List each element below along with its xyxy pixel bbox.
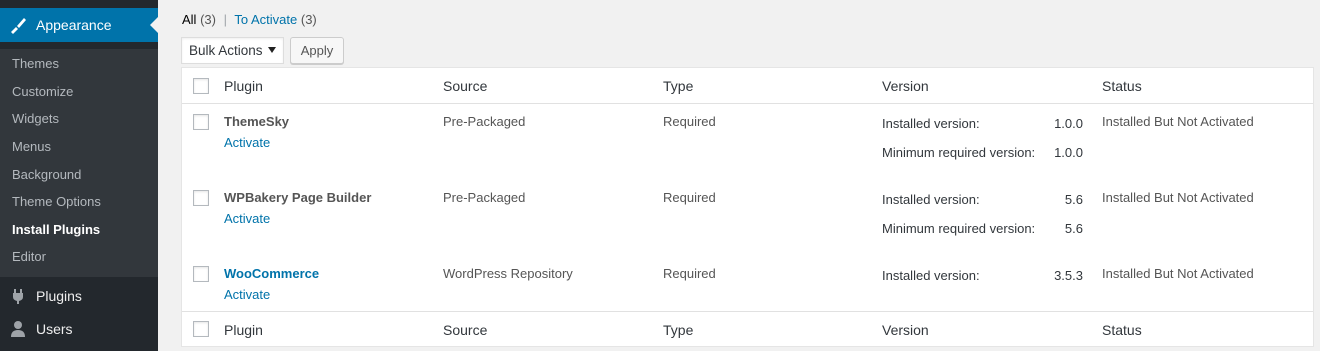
- plugin-source: Pre-Packaged: [443, 114, 526, 129]
- column-type: Type: [663, 78, 694, 94]
- column-version-footer: Version: [882, 322, 929, 338]
- min-version-label: Minimum required version:: [882, 145, 1036, 160]
- submenu-background[interactable]: Background: [12, 167, 81, 182]
- plugin-source: Pre-Packaged: [443, 190, 526, 205]
- plugin-name: WPBakery Page Builder: [224, 190, 372, 205]
- column-plugin: Plugin: [224, 78, 263, 94]
- table-header-row: Plugin Source Type Version Status: [182, 68, 1313, 104]
- plugin-status: Installed But Not Activated: [1102, 190, 1254, 205]
- installed-version-label: Installed version:: [882, 116, 980, 131]
- menu-appearance-label: Appearance: [36, 17, 112, 33]
- column-status: Status: [1102, 78, 1142, 94]
- apply-button[interactable]: Apply: [290, 37, 344, 64]
- plugin-name: ThemeSky: [224, 114, 290, 129]
- activate-link[interactable]: Activate: [224, 287, 270, 302]
- row-checkbox[interactable]: [193, 114, 209, 130]
- menu-users[interactable]: Users: [0, 315, 158, 343]
- current-menu-arrow: [150, 17, 158, 33]
- plugin-status: Installed But Not Activated: [1102, 266, 1254, 281]
- installed-version-value: 5.6: [1064, 192, 1083, 207]
- users-icon: [0, 320, 36, 338]
- select-all-checkbox[interactable]: [193, 78, 209, 94]
- filter-separator: |: [223, 12, 227, 27]
- submenu-customize[interactable]: Customize: [12, 84, 73, 99]
- installed-version-label: Installed version:: [882, 268, 980, 283]
- column-source: Source: [443, 78, 488, 94]
- plugin-type: Required: [663, 266, 716, 281]
- min-version-value: 1.0.0: [1054, 145, 1083, 160]
- submenu-editor[interactable]: Editor: [12, 249, 46, 264]
- submenu-theme-options[interactable]: Theme Options: [12, 194, 101, 209]
- installed-version-value: 1.0.0: [1054, 116, 1083, 131]
- column-status-footer: Status: [1102, 322, 1142, 338]
- filter-all[interactable]: All: [182, 12, 196, 27]
- installed-version-value: 3.5.3: [1054, 268, 1083, 283]
- bulk-actions-value: Bulk Actions: [189, 43, 263, 58]
- plugin-type: Required: [663, 190, 716, 205]
- submenu-menus[interactable]: Menus: [12, 139, 51, 154]
- column-source-footer: Source: [443, 322, 488, 338]
- table-footer-row: Plugin Source Type Version Status: [182, 311, 1313, 347]
- menu-plugins[interactable]: Plugins: [0, 282, 158, 310]
- filter-to-activate[interactable]: To Activate: [234, 12, 297, 27]
- installed-version-label: Installed version:: [882, 192, 980, 207]
- activate-link[interactable]: Activate: [224, 135, 270, 150]
- admin-sidebar: Appearance Themes Customize Widgets Menu…: [0, 0, 158, 351]
- plugin-type: Required: [663, 114, 716, 129]
- column-plugin-footer: Plugin: [224, 322, 263, 338]
- submenu-widgets[interactable]: Widgets: [12, 111, 59, 126]
- row-checkbox[interactable]: [193, 190, 209, 206]
- plugin-status: Installed But Not Activated: [1102, 114, 1254, 129]
- submenu-install-plugins[interactable]: Install Plugins: [12, 222, 100, 237]
- appearance-submenu: Themes Customize Widgets Menus Backgroun…: [0, 49, 158, 277]
- min-version-label: Minimum required version:: [882, 221, 1036, 236]
- filter-to-activate-count: (3): [300, 12, 317, 27]
- plugin-icon: [0, 287, 36, 305]
- dropdown-caret-icon: [268, 47, 276, 53]
- min-version-value: 5.6: [1064, 221, 1083, 236]
- plugin-status-filters: All (3) | To Activate (3): [182, 12, 317, 27]
- menu-plugins-label: Plugins: [36, 288, 82, 304]
- select-all-checkbox-footer[interactable]: [193, 321, 209, 337]
- column-version: Version: [882, 78, 929, 94]
- column-type-footer: Type: [663, 322, 694, 338]
- plugin-source: WordPress Repository: [443, 266, 573, 281]
- menu-appearance[interactable]: Appearance: [0, 8, 158, 42]
- bulk-actions-select[interactable]: Bulk Actions: [181, 37, 284, 64]
- submenu-themes[interactable]: Themes: [12, 56, 59, 71]
- activate-link[interactable]: Activate: [224, 211, 270, 226]
- paintbrush-icon: [0, 15, 36, 35]
- row-checkbox[interactable]: [193, 266, 209, 282]
- filter-all-count: (3): [200, 12, 216, 27]
- plugins-table: Plugin Source Type Version Status ThemeS…: [181, 67, 1314, 347]
- menu-users-label: Users: [36, 321, 73, 337]
- plugin-name-link[interactable]: WooCommerce: [224, 266, 319, 281]
